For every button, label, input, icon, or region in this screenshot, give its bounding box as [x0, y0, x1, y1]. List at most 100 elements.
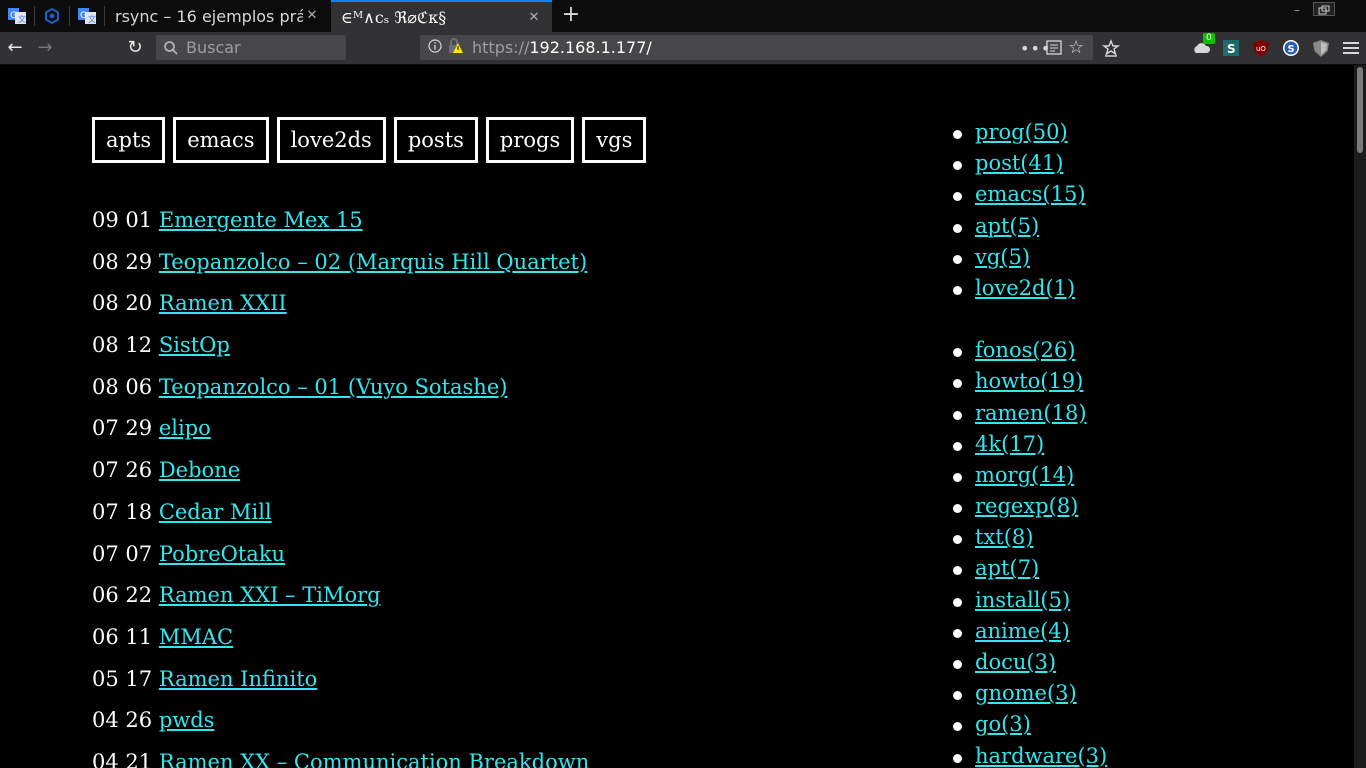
pinned-tab-2[interactable]	[35, 0, 69, 32]
url-text[interactable]: https://192.168.1.177/	[472, 38, 652, 57]
url-bar[interactable]: https://192.168.1.177/ ••• ☆	[420, 35, 1093, 60]
category-count-link[interactable]: prog(50)	[975, 120, 1068, 144]
list-item: 07 26 Debone	[92, 458, 589, 500]
back-button[interactable]: ←	[3, 36, 27, 60]
list-spacer	[953, 307, 1107, 338]
new-tab-button[interactable]: +	[560, 4, 582, 28]
close-window-button[interactable]	[1340, 2, 1360, 20]
forward-button[interactable]: →	[33, 36, 57, 60]
scrollbar-thumb[interactable]	[1357, 67, 1363, 153]
privacy-badger-button[interactable]	[1311, 38, 1331, 58]
category-count-link[interactable]: love2d(1)	[975, 276, 1075, 300]
pinned-tab-translate-2[interactable]: G文	[70, 0, 104, 32]
category-love2ds[interactable]: love2ds	[276, 117, 386, 163]
tag-link[interactable]: install(5)	[975, 588, 1070, 612]
tag-link[interactable]: fonos(26)	[975, 338, 1075, 362]
post-link[interactable]: Teopanzolco – 02 (Marquis Hill Quartet)	[159, 250, 587, 274]
list-item: 06 22 Ramen XXI – TiMorg	[92, 583, 589, 625]
tag-link[interactable]: apt(7)	[975, 556, 1039, 580]
extension-sync-button[interactable]: 0	[1191, 33, 1215, 58]
post-link[interactable]: Ramen XX – Communication Breakdown	[159, 750, 589, 768]
bullet-icon	[953, 597, 962, 607]
post-link[interactable]: Teopanzolco – 01 (Vuyo Sotashe)	[159, 375, 508, 399]
list-item: go(3)	[953, 712, 1107, 743]
post-link[interactable]: elipo	[159, 416, 211, 440]
reload-button[interactable]: ↻	[123, 36, 147, 60]
list-item: install(5)	[953, 588, 1107, 619]
app-icon	[45, 8, 59, 24]
list-item: 4k(17)	[953, 432, 1107, 463]
post-link[interactable]: Cedar Mill	[159, 500, 272, 524]
post-link[interactable]: SistOp	[159, 333, 230, 357]
category-count-link[interactable]: post(41)	[975, 151, 1063, 175]
tag-link[interactable]: go(3)	[975, 712, 1031, 736]
post-link[interactable]: Ramen XXI – TiMorg	[159, 583, 381, 607]
post-link[interactable]: pwds	[159, 708, 215, 732]
minimize-button[interactable]: –	[1287, 2, 1307, 20]
post-link[interactable]: Ramen XXII	[159, 291, 287, 315]
hamburger-menu-icon	[1343, 42, 1359, 54]
tag-link[interactable]: morg(14)	[975, 463, 1074, 487]
restore-button[interactable]	[1313, 2, 1335, 16]
search-input[interactable]	[184, 37, 338, 58]
reload-icon: ↻	[127, 37, 143, 58]
list-item: hardware(3)	[953, 744, 1107, 768]
tag-link[interactable]: regexp(8)	[975, 494, 1078, 518]
bullet-icon	[953, 441, 962, 451]
pinned-tab-translate-1[interactable]: G文	[0, 0, 34, 32]
extension-blue-s-button[interactable]: S	[1281, 38, 1301, 58]
bullet-icon	[953, 254, 962, 264]
category-count-link[interactable]: vg(5)	[975, 245, 1030, 269]
tag-link[interactable]: docu(3)	[975, 650, 1056, 674]
category-progs[interactable]: progs	[485, 117, 575, 163]
post-link[interactable]: Debone	[159, 458, 240, 482]
shield-icon	[1313, 39, 1329, 57]
list-item: 08 29 Teopanzolco – 02 (Marquis Hill Qua…	[92, 250, 589, 292]
category-emacs[interactable]: emacs	[173, 117, 269, 163]
post-link[interactable]: Ramen Infinito	[159, 667, 318, 691]
ublock-button[interactable]: uO	[1251, 38, 1271, 58]
list-item: ramen(18)	[953, 401, 1107, 432]
post-link[interactable]: Emergente Mex 15	[159, 208, 363, 232]
post-link[interactable]: MMAC	[159, 625, 233, 649]
library-button[interactable]	[1101, 38, 1121, 58]
post-link[interactable]: PobreOtaku	[159, 542, 285, 566]
site-info-icon[interactable]	[428, 38, 442, 57]
post-date: 09 01	[92, 208, 153, 232]
svg-text:文: 文	[18, 14, 26, 24]
list-item: post(41)	[953, 151, 1107, 182]
arrow-right-icon: →	[37, 37, 53, 58]
bookmark-star-icon[interactable]: ☆	[1068, 37, 1084, 58]
post-list: 09 01 Emergente Mex 15 08 29 Teopanzolco…	[92, 208, 589, 768]
tag-link[interactable]: gnome(3)	[975, 681, 1077, 705]
category-posts[interactable]: posts	[393, 117, 478, 163]
category-count-link[interactable]: apt(5)	[975, 214, 1039, 238]
bullet-icon	[953, 660, 962, 669]
category-count-link[interactable]: emacs(15)	[975, 182, 1086, 206]
tab-rsync[interactable]: rsync – 16 ejemplos prá ✕	[105, 0, 330, 32]
svg-text:uO: uO	[1256, 45, 1266, 53]
tag-link[interactable]: txt(8)	[975, 525, 1033, 549]
bullet-icon	[953, 379, 962, 389]
page-scrollbar[interactable]	[1354, 65, 1366, 768]
close-icon[interactable]: ✕	[526, 10, 542, 26]
list-item: apt(7)	[953, 556, 1107, 587]
reader-view-icon[interactable]	[1046, 40, 1062, 59]
insecure-lock-warning-icon[interactable]	[447, 37, 463, 58]
tag-link[interactable]: hardware(3)	[975, 744, 1107, 768]
close-icon[interactable]: ✕	[304, 8, 320, 24]
bullet-icon	[953, 722, 962, 732]
extension-s-button[interactable]: S	[1221, 38, 1241, 58]
tab-emacs-rock[interactable]: ∈ᴹ∧cₛ ℜ⌀ℭκ§ ✕	[331, 0, 552, 32]
bullet-icon	[953, 628, 962, 638]
tag-link[interactable]: ramen(18)	[975, 401, 1087, 425]
search-box[interactable]	[156, 35, 346, 60]
bullet-icon	[953, 504, 962, 514]
category-apts[interactable]: apts	[92, 117, 166, 163]
menu-button[interactable]	[1341, 38, 1361, 58]
tag-link[interactable]: howto(19)	[975, 369, 1083, 393]
svg-text:G: G	[80, 11, 87, 21]
tag-link[interactable]: anime(4)	[975, 619, 1070, 643]
category-vgs[interactable]: vgs	[582, 117, 647, 163]
tag-link[interactable]: 4k(17)	[975, 432, 1044, 456]
